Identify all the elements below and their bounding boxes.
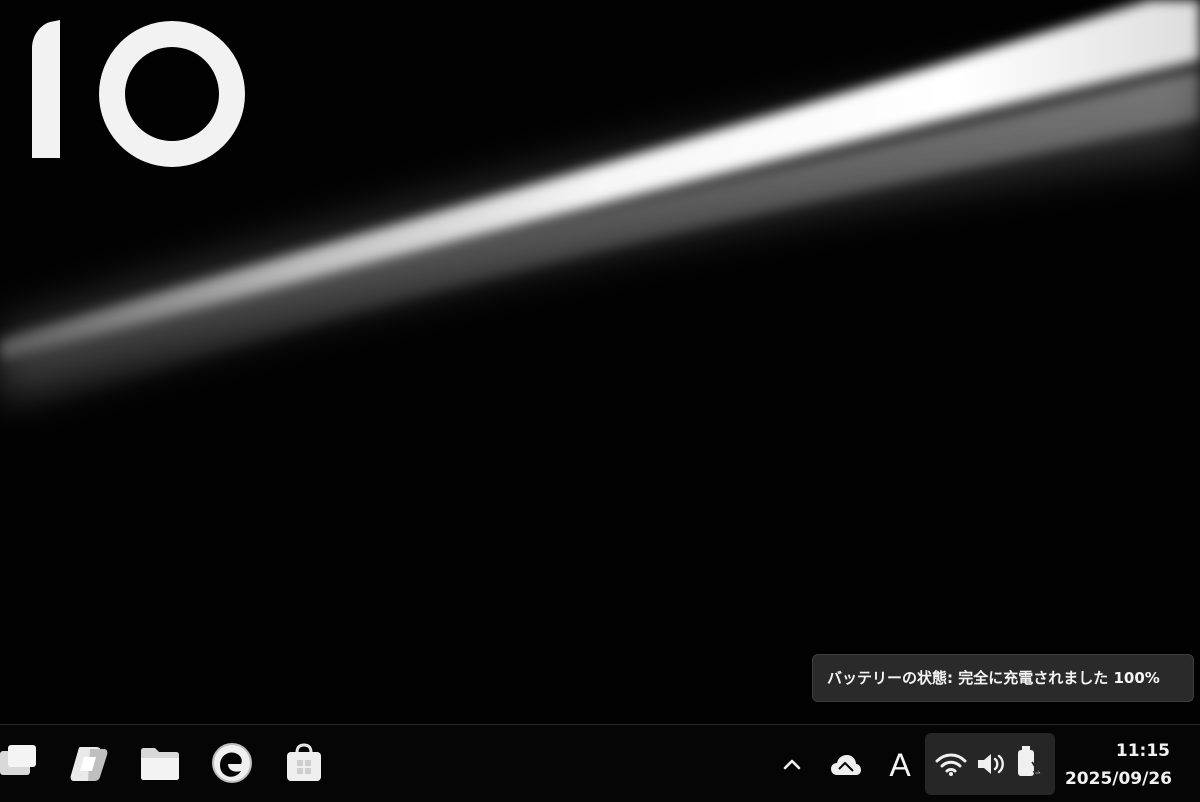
speaker-icon xyxy=(978,754,1004,774)
copilot-button[interactable] xyxy=(64,739,112,787)
file-explorer-button[interactable] xyxy=(136,739,184,787)
edge-browser-icon xyxy=(212,743,252,783)
tray-overflow-button[interactable] xyxy=(776,749,808,781)
ime-mode-label: A xyxy=(889,747,911,783)
battery-status xyxy=(1013,743,1049,787)
battery-status-tooltip: バッテリーの状態: 完全に充電されました 100% xyxy=(812,654,1194,702)
edge-browser-button[interactable] xyxy=(208,739,256,787)
volume-status xyxy=(973,748,1009,780)
wifi-icon xyxy=(935,753,967,776)
copilot-icon xyxy=(70,747,108,781)
cloud-icon xyxy=(831,755,861,775)
system-clock[interactable]: 11:15 2025/09/26 xyxy=(1058,733,1188,795)
taskbar: A 11:15 2025/09/26 xyxy=(0,724,1200,802)
task-view-icon xyxy=(0,745,36,775)
folder-icon xyxy=(141,748,179,780)
battery-status-text: バッテリーの状態: 完全に充電されました 100% xyxy=(827,669,1160,687)
quick-settings-button[interactable] xyxy=(925,733,1055,795)
store-button[interactable] xyxy=(280,739,328,787)
wifi-status xyxy=(933,748,969,780)
onedrive-button[interactable] xyxy=(826,747,866,783)
store-bag-icon xyxy=(287,743,321,781)
clock-time: 11:15 xyxy=(1115,741,1170,761)
task-view-button[interactable] xyxy=(0,739,42,787)
brand-logo xyxy=(32,20,245,167)
chevron-up-icon xyxy=(783,759,801,770)
ime-mode-indicator[interactable]: A xyxy=(882,743,918,787)
desktop: バッテリーの状態: 完全に充電されました 100% A 11:15 2025/0… xyxy=(0,0,1200,802)
clock-date: 2025/09/26 xyxy=(1064,769,1172,789)
battery-charging-icon xyxy=(1018,746,1044,785)
